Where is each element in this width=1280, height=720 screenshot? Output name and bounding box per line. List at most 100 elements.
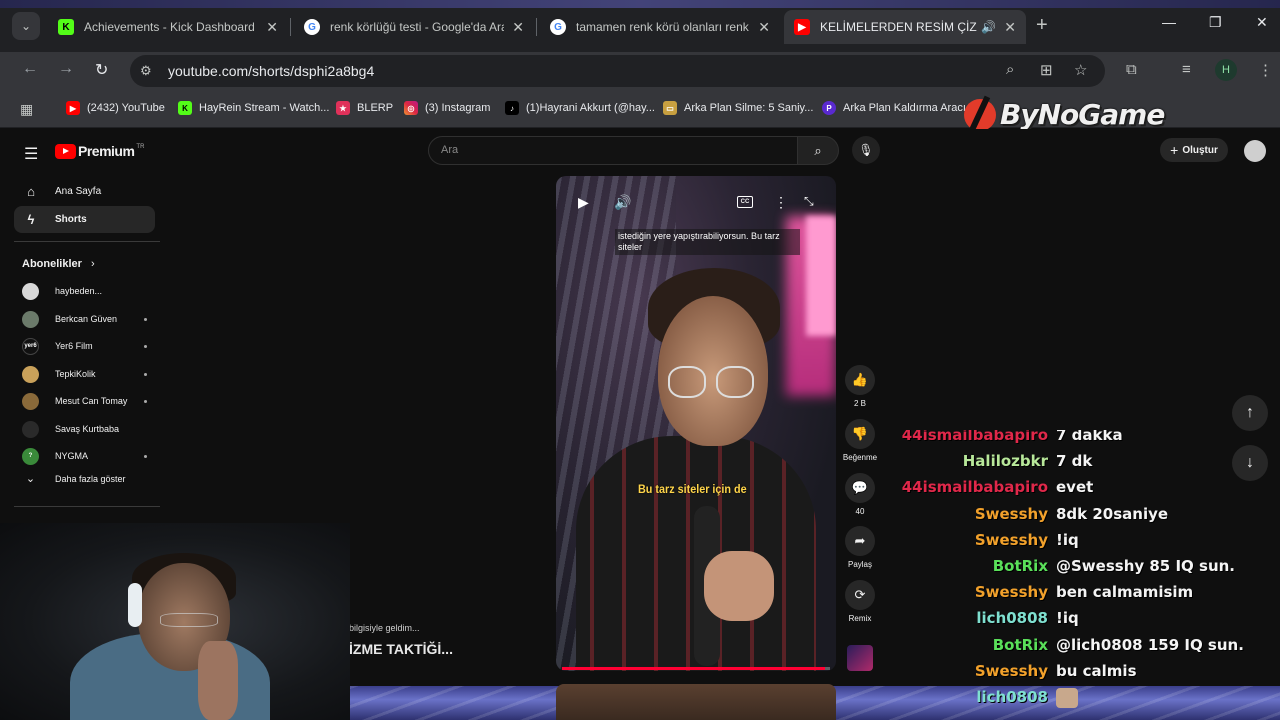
- youtube-play-icon: [55, 143, 76, 159]
- new-content-dot: [144, 372, 147, 376]
- chat-text: ben calmamisim: [1056, 583, 1194, 602]
- tab-kick-dashboard[interactable]: K Achievements - Kick Dashboard ✕: [48, 12, 288, 42]
- chat-text: bu calmis: [1056, 661, 1137, 680]
- close-icon[interactable]: ✕: [512, 19, 524, 36]
- close-window-button[interactable]: ✕: [1256, 14, 1268, 31]
- subscription-item[interactable]: ? NYGMA: [22, 445, 147, 467]
- comment-icon: 💬: [845, 473, 875, 503]
- menu-hamburger-icon[interactable]: ☰: [24, 144, 38, 164]
- dislike-icon: 👎: [845, 419, 875, 449]
- instagram-icon: ◎: [404, 101, 418, 115]
- webcam-glasses: [160, 613, 218, 627]
- comments-button[interactable]: 💬 40: [843, 473, 877, 516]
- new-content-dot: [144, 399, 147, 403]
- bookmark-youtube[interactable]: ▶ (2432) YouTube: [66, 101, 165, 115]
- video-hand: [704, 551, 774, 621]
- close-icon[interactable]: ✕: [1004, 19, 1016, 36]
- sidebar-item-shorts[interactable]: ϟ Shorts: [14, 206, 155, 233]
- media-controls-icon[interactable]: ≡: [1182, 61, 1191, 78]
- youtube-logo[interactable]: Premium TR: [55, 143, 144, 159]
- create-button[interactable]: + Oluştur: [1160, 138, 1228, 162]
- video-progress-fill: [562, 667, 825, 670]
- search-input[interactable]: [441, 144, 781, 156]
- apps-grid-icon[interactable]: ▦: [20, 101, 33, 118]
- bookmark-instagram[interactable]: ◎ (3) Instagram: [404, 101, 490, 115]
- chat-username: lich0808: [976, 609, 1048, 628]
- bookmark-hayrein-stream[interactable]: K HayRein Stream - Watch...: [178, 101, 329, 115]
- address-bar-url[interactable]: youtube.com/shorts/dsphi2a8bg4: [168, 63, 374, 79]
- bookmark-star-icon[interactable]: ☆: [1074, 61, 1087, 79]
- back-button[interactable]: ←: [22, 60, 38, 78]
- minimize-button[interactable]: —: [1162, 14, 1176, 30]
- chat-message: lich0808: [900, 684, 1280, 710]
- subscription-item[interactable]: Savaş Kurtbaba: [22, 418, 147, 440]
- remix-button[interactable]: ⟳ Remix: [843, 580, 877, 623]
- chat-emote-icon: [1056, 688, 1078, 708]
- youtube-icon: ▶: [66, 101, 80, 115]
- more-options-icon[interactable]: ⋮: [774, 194, 788, 211]
- sound-thumbnail[interactable]: [847, 645, 873, 671]
- dislike-button[interactable]: 👎 Beğenme: [843, 419, 877, 462]
- profile-avatar[interactable]: H: [1215, 59, 1237, 81]
- close-icon[interactable]: ✕: [758, 19, 770, 36]
- removebg-icon: ▭: [663, 101, 677, 115]
- fullscreen-icon[interactable]: ⤡: [804, 194, 814, 209]
- stream-chat-overlay: 44ismailbabapiro 7 dakka Halilozbkr 7 dk 44i…: [900, 430, 1280, 720]
- subscription-item[interactable]: yer6 Yer6 Film: [22, 335, 147, 357]
- subscription-item[interactable]: haybeden...: [22, 280, 147, 302]
- chat-username: 44ismailbabapiro: [901, 478, 1048, 497]
- chat-username: BotRix: [992, 557, 1048, 575]
- chat-username: 44ismailbabapiro: [901, 430, 1048, 444]
- tab-search-button[interactable]: ⌄: [12, 12, 40, 40]
- previous-short-button[interactable]: ↑: [1232, 395, 1268, 431]
- plus-icon: +: [1170, 142, 1179, 158]
- short-video-player[interactable]: ▶ 🔊 CC ⋮ ⤡ istediğin yere yapıştırabiliy…: [556, 176, 836, 671]
- like-button[interactable]: 👍 2 B: [843, 365, 877, 408]
- tab-google-search-1[interactable]: G renk körlüğü testi - Google'da Ara ✕: [294, 12, 534, 42]
- screen: ⌄ K Achievements - Kick Dashboard ✕ G re…: [0, 0, 1280, 720]
- subscription-item[interactable]: Berkcan Güven: [22, 308, 147, 330]
- chat-text: !iq: [1056, 609, 1079, 628]
- tiktok-icon: ♪: [505, 101, 519, 115]
- bookmark-blerp[interactable]: ★ BLERP: [336, 101, 393, 115]
- zoom-icon[interactable]: ⌕: [1006, 61, 1014, 78]
- play-icon[interactable]: ▶: [578, 194, 589, 211]
- restore-button[interactable]: ❐: [1209, 14, 1222, 31]
- close-icon[interactable]: ✕: [266, 19, 278, 36]
- extensions-icon[interactable]: ⧉: [1126, 61, 1137, 78]
- bookmark-remove-bg[interactable]: ▭ Arka Plan Silme: 5 Saniy...: [663, 101, 813, 115]
- bookmark-picsart[interactable]: P Arka Plan Kaldırma Aracı...: [822, 101, 975, 115]
- video-title[interactable]: İZME TAKTİĞİ...: [349, 641, 453, 657]
- chat-text: 8dk 20saniye: [1056, 504, 1169, 523]
- chat-username: Halilozbkr: [962, 452, 1048, 471]
- bookmark-tiktok[interactable]: ♪ (1)Hayrani Akkurt (@hay...: [505, 101, 655, 115]
- search-button[interactable]: ⌕: [797, 136, 839, 165]
- forward-button[interactable]: →: [58, 60, 74, 78]
- subscriptions-heading[interactable]: Abonelikler ›: [22, 258, 95, 270]
- subscription-item[interactable]: TepkiKolik: [22, 363, 147, 385]
- chat-text: evet: [1056, 478, 1094, 497]
- new-content-dot: [144, 454, 147, 458]
- site-info-icon[interactable]: ⚙: [140, 63, 152, 79]
- tab-youtube-short[interactable]: ▶ KELİMELERDEN RESİM ÇİZME TAK 🔊 ✕: [784, 10, 1026, 44]
- search-box: [428, 136, 798, 165]
- menu-icon[interactable]: ⋮: [1258, 61, 1273, 79]
- caption-subtitle: Bu tarz siteler için de: [638, 482, 747, 496]
- account-avatar[interactable]: [1244, 140, 1266, 162]
- channel-avatar: [22, 392, 39, 410]
- reload-button[interactable]: ↻: [95, 60, 108, 80]
- tab-google-search-2[interactable]: G tamamen renk körü olanları renk tonla …: [540, 12, 780, 42]
- address-bar[interactable]: ⚙ youtube.com/shorts/dsphi2a8bg4 ⌕ ⊞ ☆: [130, 55, 1105, 87]
- youtube-icon: ▶: [794, 19, 810, 35]
- show-more-button[interactable]: ⌄ Daha fazla göster: [22, 472, 126, 485]
- subscription-item[interactable]: Mesut Can Tomay: [22, 390, 147, 412]
- captions-button[interactable]: CC: [737, 196, 753, 208]
- voice-search-button[interactable]: 🎙: [852, 136, 880, 164]
- volume-icon[interactable]: 🔊: [614, 194, 631, 211]
- share-button[interactable]: ➦ Paylaş: [843, 526, 877, 569]
- sidebar-item-home[interactable]: ⌂ Ana Sayfa: [14, 178, 155, 205]
- new-tab-button[interactable]: +: [1036, 14, 1048, 37]
- install-app-icon[interactable]: ⊞: [1040, 61, 1053, 79]
- video-progress-bar[interactable]: [562, 667, 830, 670]
- speaker-icon[interactable]: 🔊: [981, 20, 996, 34]
